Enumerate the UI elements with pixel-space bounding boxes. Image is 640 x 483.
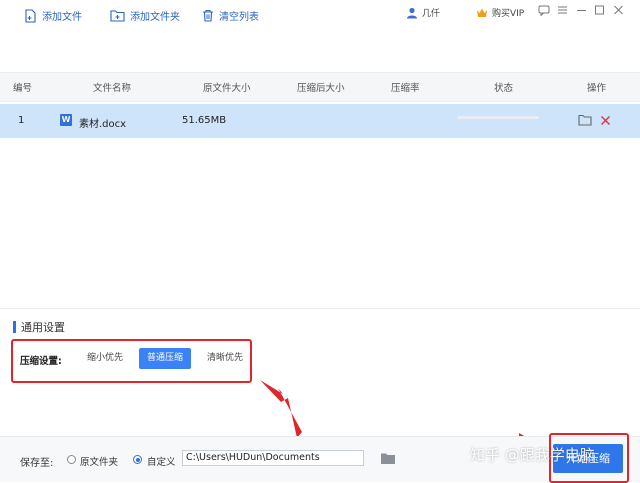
radio-original-folder[interactable] xyxy=(67,455,76,464)
radio-custom-label: 自定义 xyxy=(147,457,176,468)
annotation-arrow-up xyxy=(260,380,302,438)
save-to-label: 保存至: xyxy=(20,458,54,469)
radio-original-folder-label: 原文件夹 xyxy=(80,457,119,468)
save-path-input[interactable]: C:\Users\HUDun\Documents xyxy=(182,450,364,466)
radio-custom[interactable] xyxy=(133,455,142,464)
watermark: 知乎 @跟我学电脑 xyxy=(470,446,595,464)
annotation-arrows xyxy=(260,380,538,454)
browse-folder-icon[interactable] xyxy=(380,452,396,468)
